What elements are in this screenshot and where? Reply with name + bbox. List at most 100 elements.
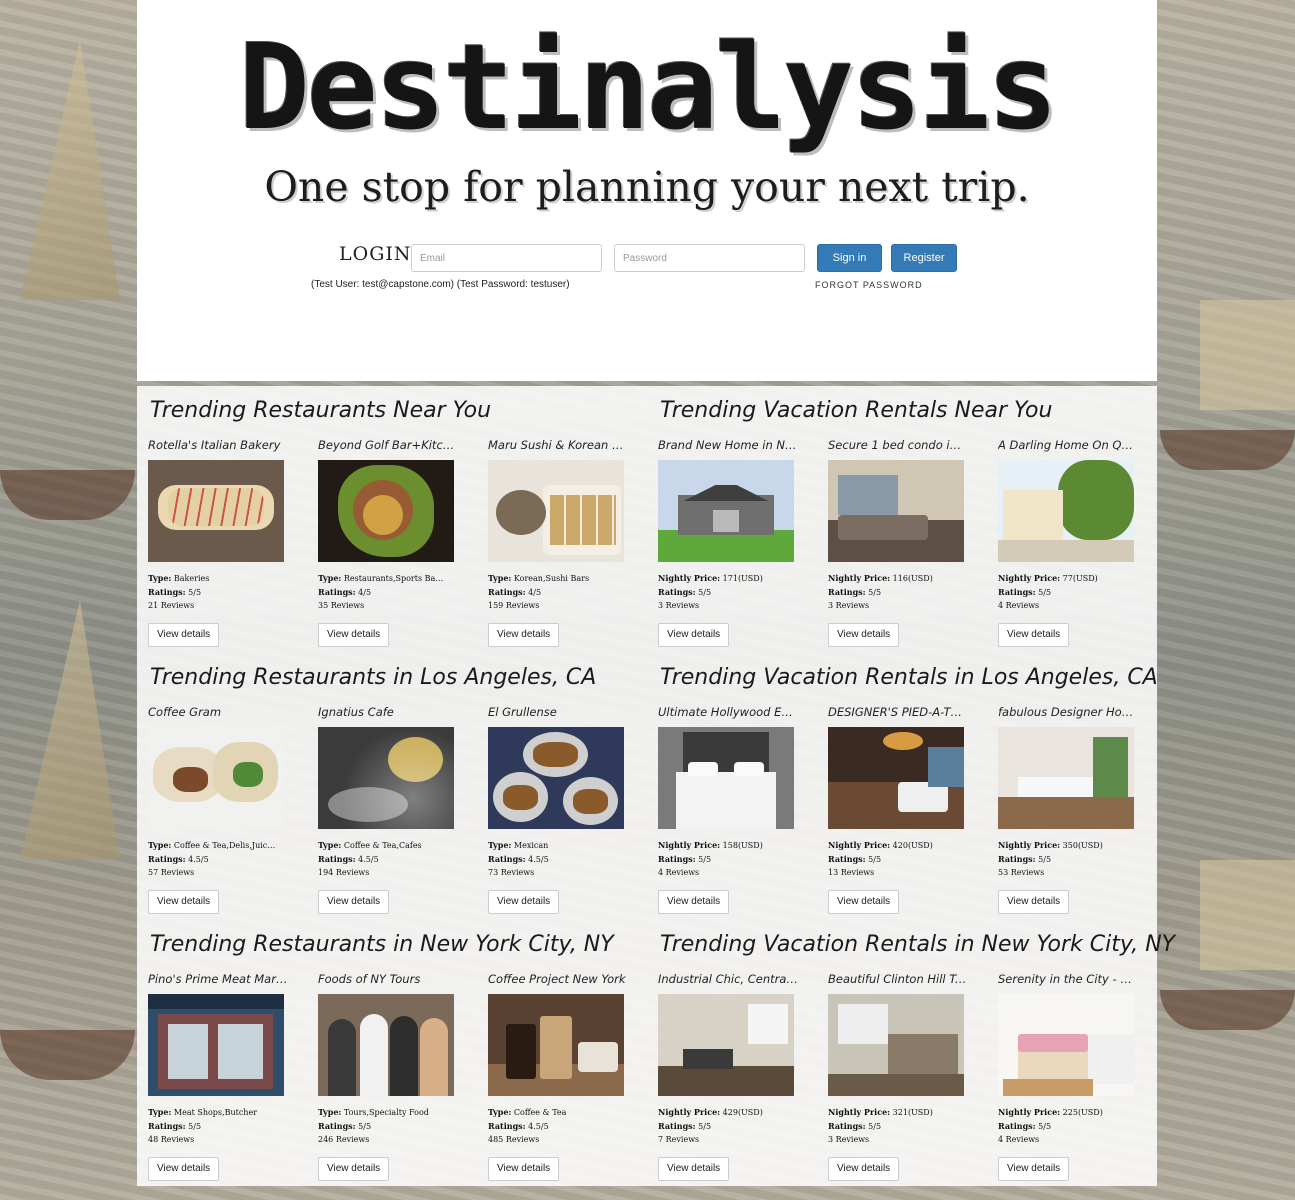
listing-image[interactable] <box>488 727 624 829</box>
info-value: Tours,Specialty Food <box>341 1108 429 1117</box>
view-details-button[interactable]: View details <box>488 889 560 914</box>
listing-image[interactable] <box>998 460 1134 562</box>
listing-name[interactable]: fabulous Designer House <box>998 705 1138 721</box>
sign-in-button[interactable]: Sign in <box>817 244 882 272</box>
listing-image[interactable] <box>828 994 964 1096</box>
view-details-button[interactable]: View details <box>488 622 560 647</box>
listing-name[interactable]: Maru Sushi & Korean Grill <box>488 438 628 454</box>
listing-name[interactable]: A Darling Home On Quiet... <box>998 438 1138 454</box>
view-details-button[interactable]: View details <box>148 622 220 647</box>
image-detail <box>1018 777 1098 797</box>
password-input[interactable]: Password <box>614 244 805 272</box>
image-detail <box>1088 1034 1134 1084</box>
view-details-button[interactable]: View details <box>658 622 730 647</box>
view-details-button[interactable]: View details <box>658 889 730 914</box>
listing-name[interactable]: Brand New Home in NW ... <box>658 438 798 454</box>
listing-card: fabulous Designer House Nightly Price: 35… <box>998 705 1138 914</box>
listing-card: Brand New Home in NW ... Nightly Price: 1… <box>658 438 798 647</box>
listing-image[interactable] <box>658 460 794 562</box>
review-count: 194 Reviews <box>318 868 370 877</box>
info-label: Nightly Price: <box>658 573 721 583</box>
listing-image[interactable] <box>148 727 284 829</box>
image-detail <box>503 785 538 810</box>
listing-image[interactable] <box>998 727 1134 829</box>
image-detail <box>573 789 608 814</box>
info-label: Type: <box>488 1107 512 1117</box>
ratings-value: 5/5 <box>1035 1121 1052 1131</box>
listing-name[interactable]: Coffee Gram <box>148 705 288 721</box>
trending-section: Trending Vacation Rentals Near You Brand … <box>647 386 1157 653</box>
listing-name[interactable]: Rotella's Italian Bakery <box>148 438 288 454</box>
listing-image[interactable] <box>488 994 624 1096</box>
view-details-button[interactable]: View details <box>148 889 220 914</box>
listing-image[interactable] <box>318 727 454 829</box>
section-title: Trending Vacation Rentals in New York Ci… <box>660 932 1176 957</box>
ratings-label: Ratings: <box>998 853 1036 864</box>
listing-image[interactable] <box>488 460 624 562</box>
listing-image[interactable] <box>828 460 964 562</box>
view-details-button[interactable]: View details <box>148 1156 220 1181</box>
view-details-button[interactable]: View details <box>998 889 1070 914</box>
listing-name[interactable]: Beyond Golf Bar+Kitchen <box>318 438 458 454</box>
listing-image[interactable] <box>148 460 284 562</box>
info-value: 116(USD) <box>890 574 933 583</box>
listing-name[interactable]: Coffee Project New York <box>488 972 628 988</box>
view-details-button[interactable]: View details <box>998 622 1070 647</box>
info-label: Type: <box>148 1107 172 1117</box>
view-details-button[interactable]: View details <box>318 889 390 914</box>
listing-card: Foods of NY Tours Type: Tours,Specialty F… <box>318 972 458 1181</box>
listing-card: Maru Sushi & Korean Grill Type: Korean,Su… <box>488 438 628 647</box>
image-detail <box>888 1034 958 1074</box>
review-count: 7 Reviews <box>658 1135 700 1144</box>
listing-info: Type: Coffee & Tea,Cafes Ratings: 4.5/5 19… <box>318 839 458 880</box>
email-input[interactable]: Email <box>411 244 602 272</box>
review-count: 3 Reviews <box>828 601 870 610</box>
view-details-button[interactable]: View details <box>828 622 900 647</box>
section-title: Trending Vacation Rentals in Los Angeles… <box>660 665 1158 690</box>
view-details-button[interactable]: View details <box>998 1156 1070 1181</box>
listing-image[interactable] <box>828 727 964 829</box>
listing-info: Type: Bakeries Ratings: 5/5 21 Reviews <box>148 572 288 613</box>
listing-info: Type: Coffee & Tea,Delis,Juice B... Ratin… <box>148 839 288 880</box>
image-detail <box>168 1024 208 1079</box>
listing-name[interactable]: DESIGNER'S PIED-A-TER... <box>828 705 968 721</box>
forgot-password-link[interactable]: FORGOT PASSWORD <box>815 280 923 290</box>
listing-image[interactable] <box>658 727 794 829</box>
view-details-button[interactable]: View details <box>828 1156 900 1181</box>
image-detail <box>1058 460 1134 540</box>
ratings-value: 5/5 <box>355 1121 372 1131</box>
view-details-button[interactable]: View details <box>318 1156 390 1181</box>
listing-name[interactable]: Ultimate Hollywood Expe... <box>658 705 798 721</box>
listing-card: El Grullense Type: Mexican Ratings: 4.5/5 7… <box>488 705 628 914</box>
ratings-value: 5/5 <box>185 587 202 597</box>
listing-name[interactable]: Serenity in the City - Briq... <box>998 972 1138 988</box>
listing-image[interactable] <box>148 994 284 1096</box>
ratings-value: 5/5 <box>865 587 882 597</box>
listing-image[interactable] <box>658 994 794 1096</box>
listing-name[interactable]: El Grullense <box>488 705 628 721</box>
listing-info: Nightly Price: 158(USD) Ratings: 5/5 4 Rev… <box>658 839 798 880</box>
view-details-button[interactable]: View details <box>828 889 900 914</box>
image-detail <box>1018 1034 1088 1052</box>
listing-name[interactable]: Ignatius Cafe <box>318 705 458 721</box>
listing-info: Type: Restaurants,Sports Bars,V... Rating… <box>318 572 458 613</box>
review-count: 159 Reviews <box>488 601 540 610</box>
listing-image[interactable] <box>318 994 454 1096</box>
register-button[interactable]: Register <box>891 244 957 272</box>
listing-image[interactable] <box>318 460 454 562</box>
view-details-button[interactable]: View details <box>318 622 390 647</box>
listing-name[interactable]: Secure 1 bed condo in hi... <box>828 438 968 454</box>
view-details-button[interactable]: View details <box>488 1156 560 1181</box>
view-details-button[interactable]: View details <box>658 1156 730 1181</box>
review-count: 485 Reviews <box>488 1135 540 1144</box>
listing-card: Pino's Prime Meat Market Type: Meat Shops… <box>148 972 288 1181</box>
listing-name[interactable]: Pino's Prime Meat Market <box>148 972 288 988</box>
listing-name[interactable]: Beautiful Clinton Hill To... <box>828 972 968 988</box>
image-detail <box>928 747 964 787</box>
review-count: 73 Reviews <box>488 868 535 877</box>
image-detail <box>683 1049 733 1069</box>
listing-name[interactable]: Industrial Chic, Central P... <box>658 972 798 988</box>
image-detail <box>838 515 928 540</box>
listing-image[interactable] <box>998 994 1134 1096</box>
listing-name[interactable]: Foods of NY Tours <box>318 972 458 988</box>
